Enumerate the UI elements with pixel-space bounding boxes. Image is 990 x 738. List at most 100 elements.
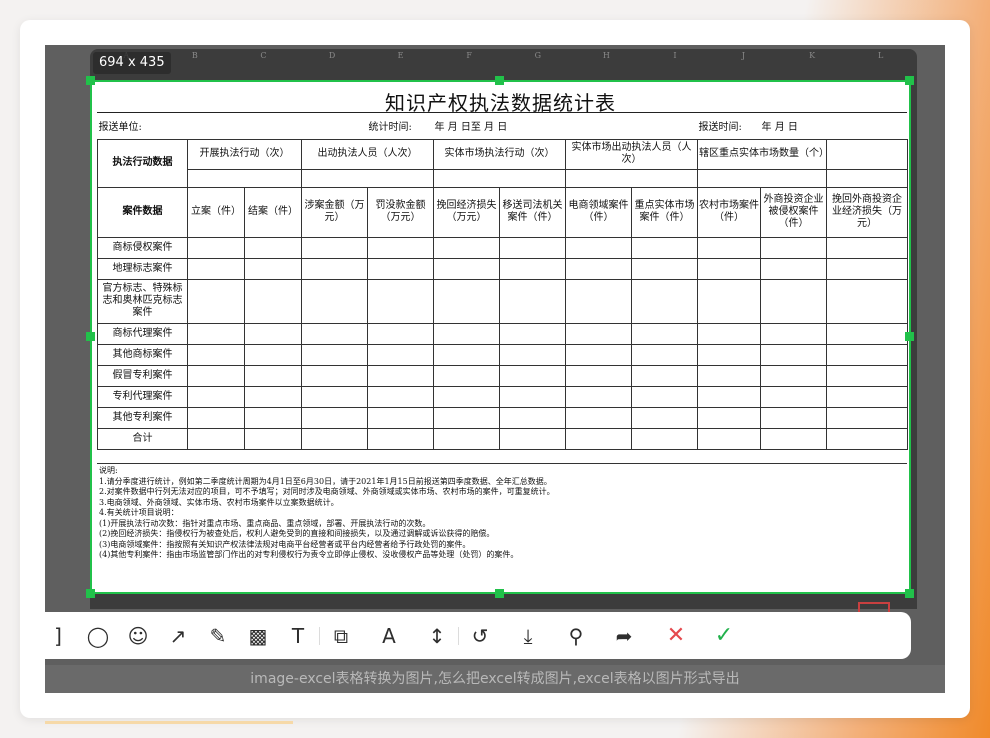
pencil-icon: ✎ (209, 623, 227, 648)
table-row: 其他专利案件 (97, 406, 909, 429)
cell (367, 236, 434, 259)
resize-handle-top[interactable] (495, 76, 504, 85)
resize-handle-bottom[interactable] (495, 589, 504, 598)
ocr-text-button[interactable]: A (376, 612, 402, 659)
case-rows: 商标侵权案件 地理标志案件 官方标志、特殊标志和奥林匹克标志案件 商标代理案件 其他商标… (97, 236, 909, 450)
row-label: 官方标志、特殊标志和奥林匹克标志案件 (97, 278, 188, 324)
cell (367, 427, 434, 450)
undo-button[interactable]: ↺ (467, 612, 493, 659)
arrow-icon: ↗ (169, 623, 187, 648)
resize-handle-bottom-right[interactable] (905, 589, 914, 598)
notes-divider (97, 463, 907, 464)
cell (826, 406, 909, 429)
capture-tools-group: ⧉ A ↕ (328, 612, 450, 659)
meta-row: 报送单位: 统计时间: 年 月 日至 月 日 报送时间: 年 月 日 (98, 117, 908, 139)
pencil-button[interactable]: ✎ (205, 612, 231, 659)
cell (760, 257, 828, 280)
cell (697, 343, 762, 366)
draw-tools-group: ] ◯ ☺ ↗ ✎ ▩ T (45, 612, 311, 659)
stat-time-label: 统计时间: (368, 121, 412, 133)
stat-time-value: 年 月 日至 月 日 (434, 121, 508, 133)
circle-button[interactable]: ◯ (85, 612, 111, 659)
cell (301, 343, 368, 366)
circle-icon: ◯ (86, 623, 110, 648)
row-label: 其他专利案件 (97, 406, 188, 429)
cell (301, 427, 368, 450)
cell (565, 236, 632, 259)
resize-handle-bottom-left[interactable] (86, 589, 95, 598)
pin-screenshot-button[interactable]: ⧉ (328, 612, 354, 659)
cell (301, 364, 368, 387)
resize-handle-right[interactable] (905, 332, 914, 341)
undo-icon: ↺ (471, 623, 489, 648)
cell (244, 257, 302, 280)
cancel-button[interactable]: ✕ (661, 612, 691, 659)
text-button[interactable]: T (285, 612, 311, 659)
cell (565, 427, 632, 450)
download-icon: ⤓ (523, 623, 533, 648)
cell (433, 322, 500, 345)
cell (187, 322, 245, 345)
emoji-icon: ☺ (127, 623, 149, 648)
note-line: 说明: (99, 466, 118, 475)
cell (301, 385, 368, 408)
cell (367, 278, 434, 324)
cell (187, 427, 245, 450)
cell (499, 406, 566, 429)
row-label: 假冒专利案件 (97, 364, 188, 387)
resize-handle-top-right[interactable] (905, 76, 914, 85)
resize-handle-top-left[interactable] (86, 76, 95, 85)
cell (499, 278, 566, 324)
column-k: K (809, 51, 816, 60)
cell (187, 257, 245, 280)
image-caption: image-excel表格转换为图片,怎么把excel转成图片,excel表格以… (45, 665, 945, 693)
cell (565, 322, 632, 345)
screenshot-toolbar: ] ◯ ☺ ↗ ✎ ▩ T ⧉ A ↕ ↺ ⤓ ⚲ ➦ ✕ ✓ (45, 612, 911, 659)
case-col-header: 涉案金额（万元） (301, 186, 368, 238)
rectangle-icon: ] (54, 623, 62, 648)
cell (565, 343, 632, 366)
cell (499, 322, 566, 345)
scroll-capture-button[interactable]: ↕ (424, 612, 450, 659)
cell (630, 406, 699, 429)
cell (630, 385, 699, 408)
download-button[interactable]: ⤓ (515, 612, 541, 659)
note-line: 3.电商领域、外商领域、实体市场、农村市场案件以立案数据统计。 (99, 497, 339, 507)
resize-handle-left[interactable] (86, 332, 95, 341)
share-button[interactable]: ➦ (611, 612, 637, 659)
cell (760, 278, 828, 324)
ocr-text-icon: A (382, 623, 396, 648)
cell (697, 406, 762, 429)
pin-icon: ⚲ (568, 623, 584, 648)
cell (697, 385, 762, 408)
pin-button[interactable]: ⚲ (563, 612, 589, 659)
cell (301, 168, 434, 188)
cell (244, 364, 302, 387)
arrow-button[interactable]: ↗ (165, 612, 191, 659)
mosaic-button[interactable]: ▩ (245, 612, 271, 659)
cell (630, 343, 699, 366)
cell (697, 364, 762, 387)
cell (244, 406, 302, 429)
table-row: 商标代理案件 (97, 322, 909, 345)
rectangle-button[interactable]: ] (45, 612, 71, 659)
note-line: (3)电商领域案件：指按照有关知识产权法律法规对电商平台经营者或平台内经营者给予… (99, 539, 471, 549)
cell (760, 322, 828, 345)
selected-sheet-region[interactable]: 知识产权执法数据统计表 报送单位: 统计时间: 年 月 日至 月 日 报送时间:… (91, 81, 910, 594)
cell (499, 257, 566, 280)
cell (499, 385, 566, 408)
cell (826, 257, 909, 280)
cell (367, 257, 434, 280)
close-icon: ✕ (666, 623, 686, 648)
confirm-button[interactable]: ✓ (709, 612, 739, 659)
case-col-header: 结案（件） (244, 186, 302, 238)
cell (433, 385, 500, 408)
table-row: 商标侵权案件 (97, 236, 909, 259)
cell (187, 343, 245, 366)
cell (433, 343, 500, 366)
enforcement-col-5: 辖区重点实体市场数量（个） (697, 138, 828, 170)
column-header: A B C D E F G H I J K L (92, 49, 915, 63)
case-col-header: 挽回经济损失（万元） (433, 186, 500, 238)
cell (244, 236, 302, 259)
emoji-button[interactable]: ☺ (125, 612, 151, 659)
